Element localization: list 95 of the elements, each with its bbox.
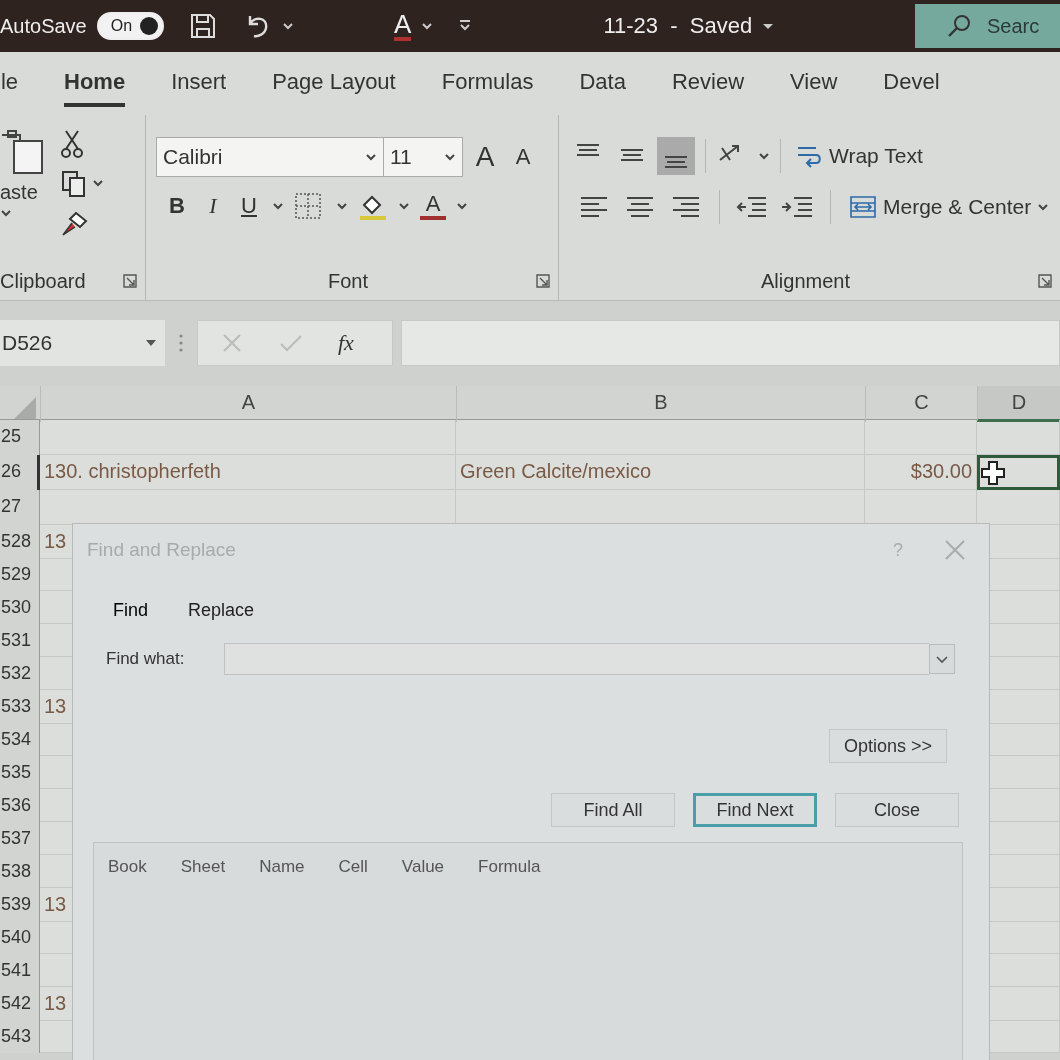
row-header[interactable]: 528 <box>0 525 40 559</box>
brush-icon[interactable] <box>60 209 90 239</box>
bold-button[interactable]: B <box>164 193 190 219</box>
font-name-field[interactable]: Calibri <box>156 137 384 177</box>
row-header[interactable]: 27 <box>0 490 40 525</box>
caret-icon <box>145 337 157 348</box>
dialog-tab[interactable]: Replace <box>188 596 255 625</box>
row-header[interactable]: 538 <box>0 855 40 888</box>
row-header[interactable]: 531 <box>0 624 40 657</box>
ribbon-tab[interactable]: Home <box>64 60 126 107</box>
caret-icon[interactable] <box>398 201 410 211</box>
underline-button[interactable]: U <box>236 193 262 219</box>
row-header[interactable]: 535 <box>0 756 40 789</box>
column-heading[interactable]: Sheet <box>180 857 226 877</box>
column-heading[interactable]: Book <box>108 857 147 877</box>
ribbon-tab[interactable]: ile <box>0 60 18 107</box>
shrink-font-button[interactable]: A <box>507 144 539 170</box>
copy-icon[interactable] <box>60 169 104 199</box>
font-size-field[interactable]: 11 <box>383 137 463 177</box>
caret-icon[interactable] <box>0 208 12 218</box>
italic-button[interactable]: I <box>200 193 226 219</box>
dialog-button[interactable]: Close <box>835 793 959 827</box>
vertical-align-icon[interactable] <box>657 137 695 175</box>
wrap-text-button[interactable]: Wrap Text <box>791 138 927 174</box>
column-header[interactable]: A <box>40 386 456 422</box>
column-heading[interactable]: Formula <box>478 857 541 877</box>
merge-icon <box>849 193 877 221</box>
scissors-icon[interactable] <box>60 129 84 159</box>
dialog-tab[interactable]: Find <box>113 596 148 625</box>
row-header[interactable]: 532 <box>0 657 40 690</box>
merge-center-button[interactable]: Merge & Center <box>845 189 1054 225</box>
ribbon-tab[interactable]: Page Layout <box>272 60 396 107</box>
row-header[interactable]: 543 <box>0 1020 40 1053</box>
insert-function-button[interactable]: fx <box>338 329 354 356</box>
autosave-toggle[interactable]: On <box>96 12 165 40</box>
caret-icon[interactable] <box>336 201 348 211</box>
find-what-label: Find what: <box>106 649 185 669</box>
row-header[interactable]: 529 <box>0 558 40 591</box>
ribbon-tab[interactable]: Review <box>671 60 745 107</box>
active-cell[interactable] <box>977 455 1060 490</box>
row-header[interactable]: 25 <box>0 420 40 455</box>
document-title: 11-23 - Saved <box>603 13 753 39</box>
dialog-button[interactable]: Find All <box>551 793 675 827</box>
row-header[interactable]: 26 <box>0 455 40 490</box>
group-label: Font <box>328 269 368 293</box>
column-header[interactable]: D <box>977 386 1060 422</box>
caret-icon[interactable] <box>365 152 377 162</box>
autosave-label: AutoSave <box>0 14 87 38</box>
row-header[interactable]: 539 <box>0 888 40 922</box>
row-header[interactable]: 540 <box>0 921 40 954</box>
caret-icon[interactable] <box>762 21 775 31</box>
formula-input[interactable] <box>401 319 1060 366</box>
row-header[interactable]: 533 <box>0 690 40 724</box>
launcher-icon[interactable] <box>1038 274 1052 288</box>
table-cell: 130. christopherfeth <box>40 455 456 490</box>
caret-icon[interactable] <box>282 21 295 31</box>
cursor-plus-icon <box>980 459 1006 486</box>
dialog-button[interactable]: Find Next <box>693 793 817 827</box>
row-header[interactable]: 530 <box>0 591 40 624</box>
row-header[interactable]: 536 <box>0 789 40 822</box>
table-cell: Green Calcite/mexico <box>456 455 865 490</box>
find-what-field[interactable] <box>224 643 929 675</box>
row-header[interactable]: 542 <box>0 987 40 1021</box>
column-header[interactable]: B <box>456 386 865 422</box>
column-heading[interactable]: Name <box>259 857 305 877</box>
caret-icon[interactable] <box>456 201 468 211</box>
caret-icon[interactable] <box>444 152 456 162</box>
ribbon-tab[interactable]: Data <box>579 60 626 107</box>
ribbon-tab[interactable]: Formulas <box>441 60 534 107</box>
options-button[interactable]: Options >> <box>828 729 947 763</box>
search-field[interactable]: Searc <box>915 4 1060 48</box>
dropdown-icon[interactable] <box>929 643 955 675</box>
font-color-button[interactable]: A <box>394 11 412 41</box>
paste-label[interactable]: aste <box>0 181 38 204</box>
row-header[interactable]: 541 <box>0 954 40 987</box>
caret-icon <box>1037 202 1050 212</box>
ribbon-tab[interactable]: Devel <box>883 60 940 107</box>
row-header[interactable]: 537 <box>0 822 40 855</box>
font-color-button[interactable]: A <box>420 192 446 220</box>
group-label: Clipboard <box>0 269 86 293</box>
caret-icon[interactable] <box>758 151 770 161</box>
launcher-icon[interactable] <box>123 274 137 288</box>
ribbon-tab[interactable]: Insert <box>171 60 227 107</box>
name-box[interactable]: D526 <box>0 319 165 366</box>
column-heading[interactable]: Value <box>401 857 445 877</box>
ribbon-tab[interactable]: View <box>790 60 838 107</box>
group-label: Alignment <box>761 269 850 293</box>
caret-icon[interactable] <box>272 201 284 211</box>
table-cell: $30.00 <box>865 455 977 490</box>
caret-icon[interactable] <box>421 21 434 31</box>
column-heading[interactable]: Cell <box>338 857 368 877</box>
row-header[interactable]: 534 <box>0 723 40 756</box>
launcher-icon[interactable] <box>536 274 550 288</box>
grow-font-button[interactable]: A <box>469 141 501 173</box>
grip-icon <box>179 333 183 352</box>
